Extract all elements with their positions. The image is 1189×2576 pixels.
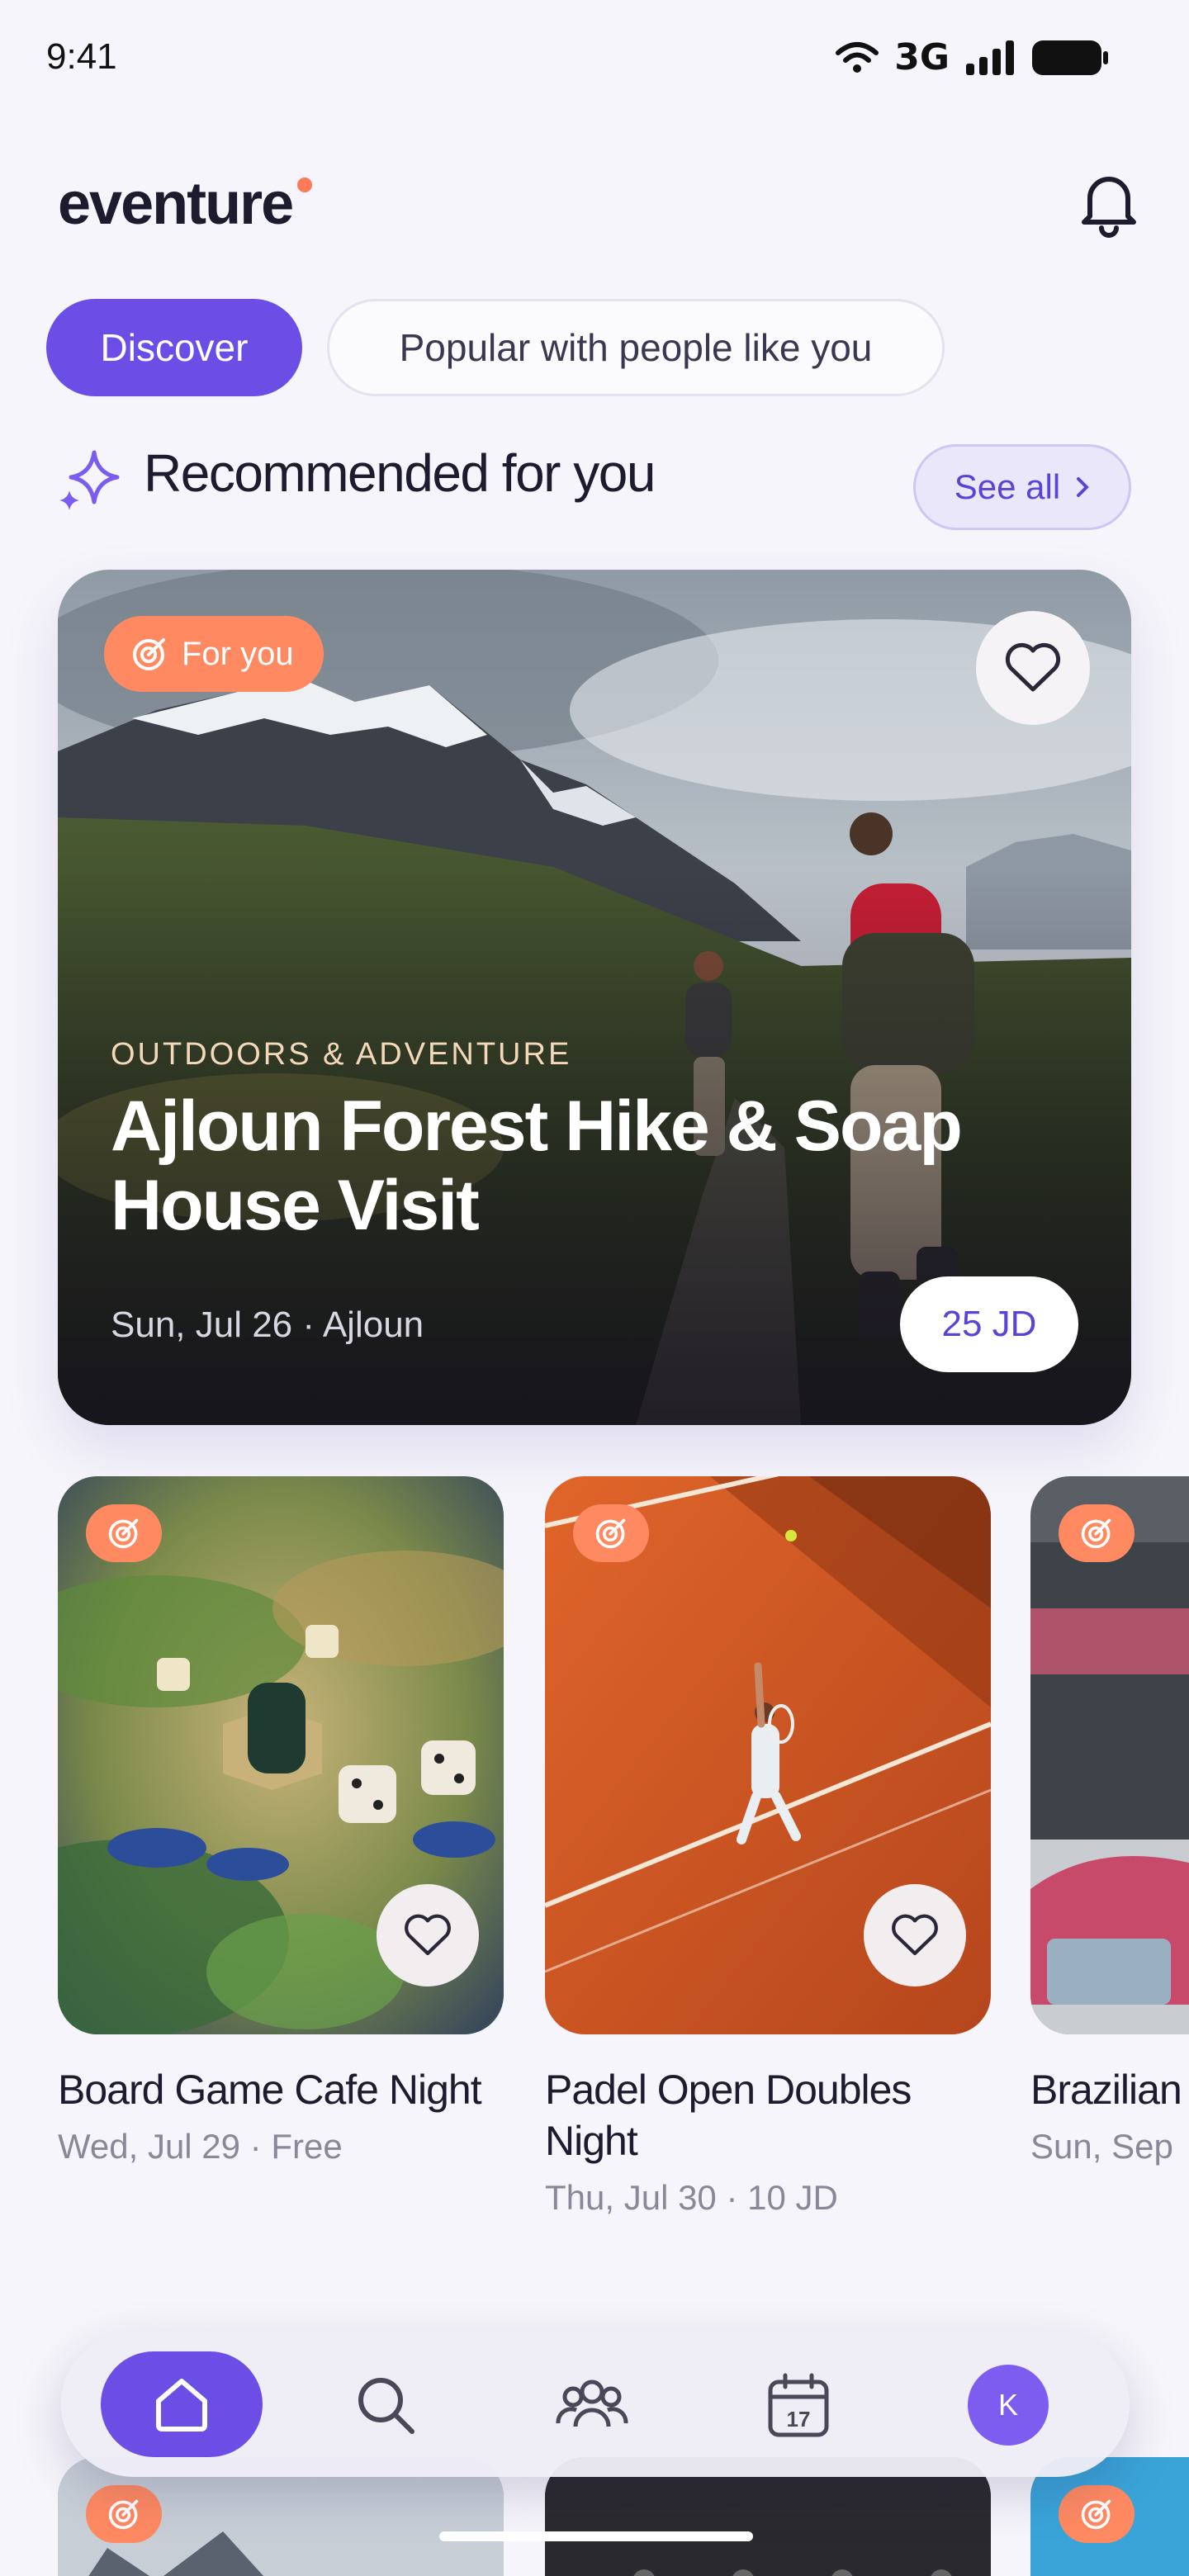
tab-popular-with-people-like-you[interactable]: Popular with people like you [327, 299, 945, 396]
notifications-bell-icon[interactable] [1072, 165, 1146, 239]
for-you-badge: For you [104, 616, 324, 692]
price-badge[interactable]: 25 JD [900, 1276, 1078, 1372]
card-image [545, 1476, 991, 2034]
search-icon [358, 2378, 414, 2434]
nav-home-button[interactable] [101, 2351, 263, 2457]
battery-icon [1032, 40, 1108, 75]
home-indicator [439, 2531, 753, 2541]
see-all-label: See all [954, 467, 1061, 506]
people-icon [556, 2379, 628, 2427]
event-date-location: Sun, Jul 26 · Ajloun [111, 1305, 424, 1345]
favorite-heart-icon[interactable] [864, 1884, 966, 1986]
calendar-day: 17 [787, 2407, 811, 2432]
favorite-heart-icon[interactable] [377, 1884, 479, 1986]
home-icon [156, 2379, 207, 2432]
card-meta: Sun, Sep [1030, 2127, 1173, 2166]
target-icon [108, 2499, 139, 2530]
for-you-badge [86, 1504, 162, 1562]
for-you-badge [1059, 1504, 1135, 1562]
app-logo: eventure [58, 170, 313, 238]
tab-discover[interactable]: Discover [46, 299, 302, 396]
bottom-navigation: 17 K [61, 2332, 1130, 2477]
card-image [1030, 1476, 1189, 2034]
nav-calendar-button[interactable]: 17 [761, 2368, 836, 2442]
status-time: 9:41 [46, 36, 117, 77]
nav-community-button[interactable] [555, 2368, 629, 2442]
status-indicators: 3G [835, 36, 1110, 78]
chevron-right-icon [1077, 477, 1090, 497]
for-you-badge [86, 2485, 162, 2543]
sparkle-icon [59, 450, 120, 510]
profile-avatar[interactable]: K [968, 2365, 1049, 2446]
card-meta: Thu, Jul 30 · 10 JD [545, 2178, 838, 2217]
section-title: Recommended for you [144, 443, 656, 503]
target-icon [133, 638, 165, 670]
see-all-button[interactable]: See all [913, 444, 1131, 530]
event-category: OUTDOORS & ADVENTURE [111, 1037, 572, 1072]
card-title: Padel Open Doubles Night [545, 2067, 912, 2164]
for-you-badge [1059, 2485, 1135, 2543]
signal-icon [966, 40, 1014, 75]
event-card-padel[interactable]: Padel Open Doubles Night Thu, Jul 30 · 1… [545, 1476, 991, 2218]
event-title: Ajloun Forest Hike & Soap House Visit [111, 1087, 963, 1245]
card-meta: Wed, Jul 29 · Free [58, 2127, 343, 2166]
wifi-icon [836, 41, 879, 73]
logo-dot [297, 178, 313, 192]
for-you-badge [573, 1504, 649, 1562]
card-title: Board Game Cafe Night [58, 2067, 482, 2113]
target-icon [595, 1518, 626, 1549]
favorite-heart-icon[interactable] [976, 611, 1090, 725]
network-label: 3G [894, 36, 950, 78]
calendar-icon: 17 [768, 2373, 829, 2437]
event-card-brazilian[interactable]: Brazilian Mat & Se Sun, Sep [1030, 1476, 1189, 2166]
target-icon [1081, 2499, 1111, 2530]
for-you-label: For you [182, 635, 294, 672]
target-icon [1081, 1518, 1111, 1549]
target-icon [108, 1518, 139, 1549]
event-card-board-game[interactable]: Board Game Cafe Night Wed, Jul 29 · Free [58, 1476, 504, 2166]
nav-search-button[interactable] [348, 2368, 423, 2442]
card-title: Brazilian Mat & Se [1030, 2067, 1189, 2113]
featured-event-card[interactable]: For you OUTDOORS & ADVENTURE Ajloun Fore… [58, 570, 1131, 1425]
card-image [58, 1476, 504, 2034]
